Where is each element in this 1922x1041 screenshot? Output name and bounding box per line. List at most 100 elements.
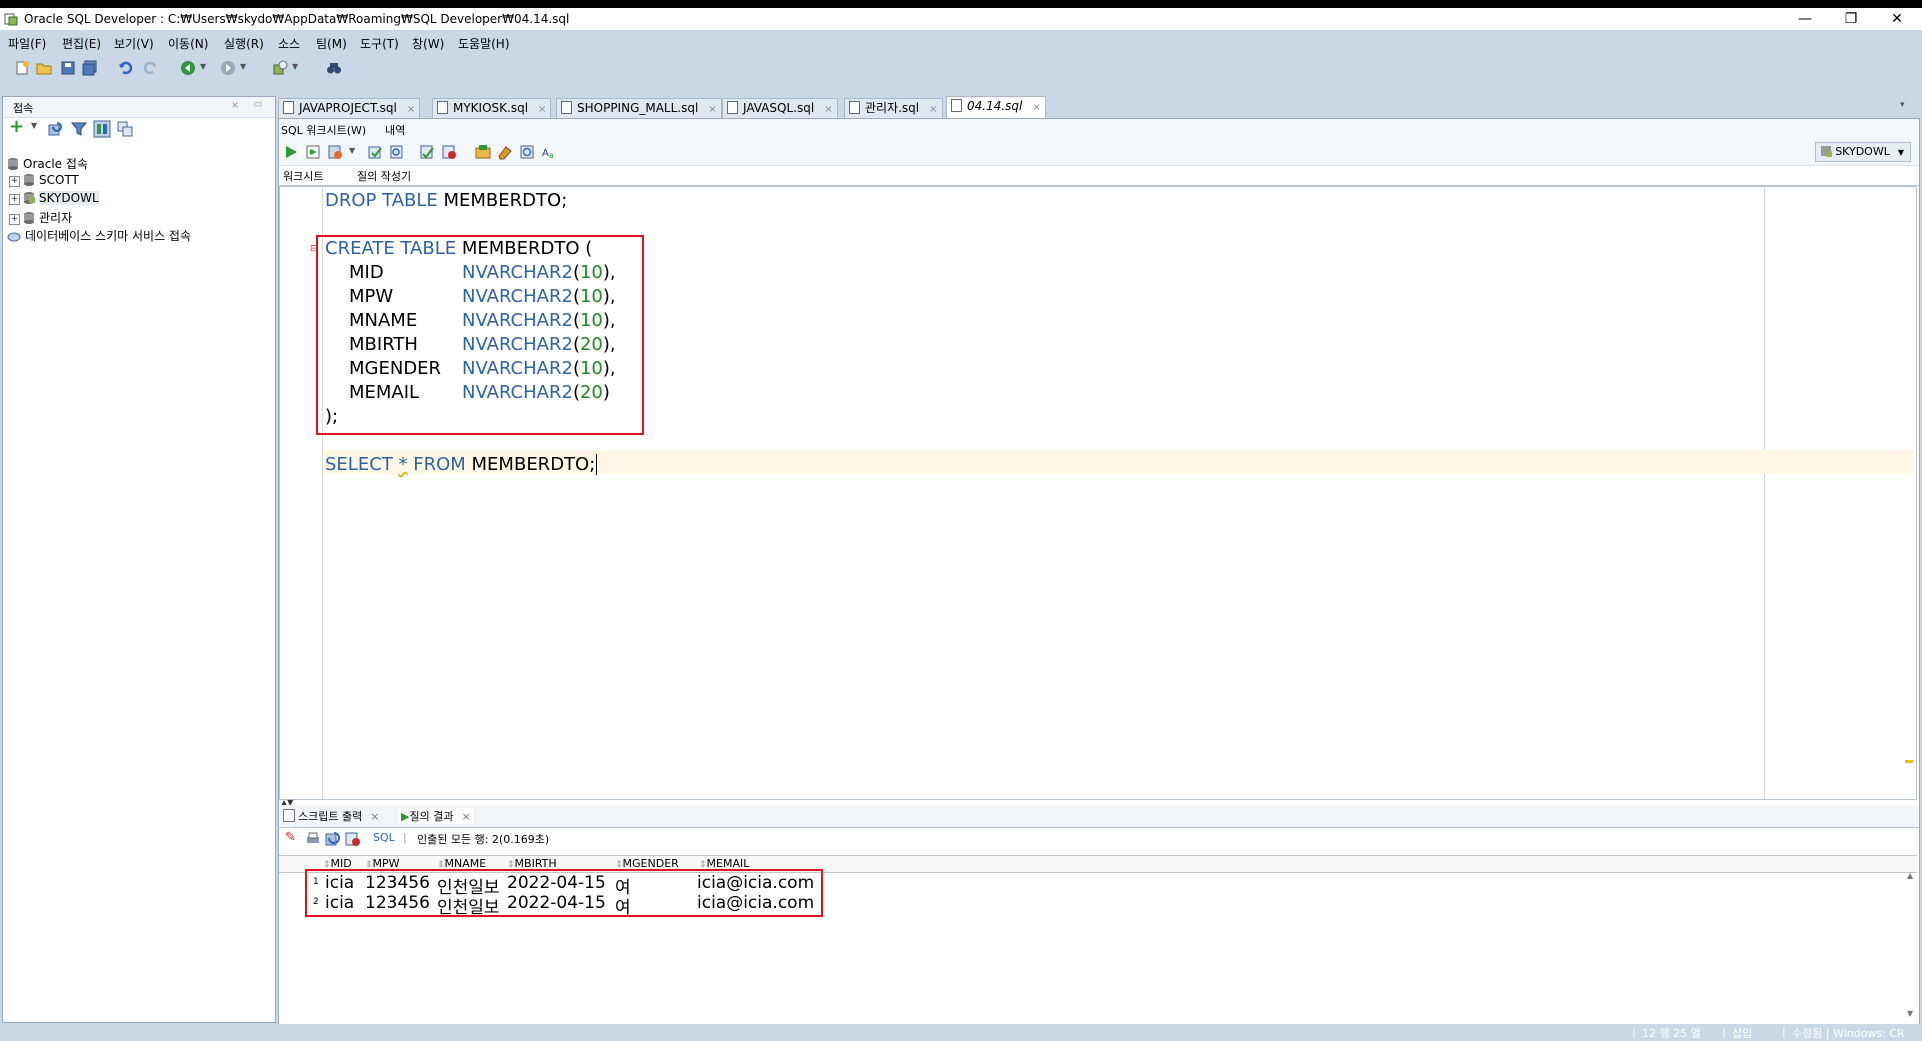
- minimize-button[interactable]: —: [1782, 8, 1828, 30]
- tab-history[interactable]: 내역: [385, 122, 405, 138]
- sql-file-icon: [437, 101, 448, 114]
- tree-admin[interactable]: + 관리자: [9, 209, 72, 227]
- forward-dropdown-icon[interactable]: ▼: [240, 62, 246, 71]
- refresh-icon[interactable]: [325, 831, 341, 847]
- connections-panel: 접속 × ▭ + ▼ Oracle 접속 + SCOTT + SKYDOWL + 관리…: [2, 96, 276, 1023]
- tab-close-icon[interactable]: ×: [407, 104, 415, 115]
- back-icon[interactable]: [180, 60, 196, 76]
- tab-mykiosk[interactable]: MYKIOSK.sql ×: [432, 98, 552, 118]
- add-dropdown-icon[interactable]: ▼: [31, 121, 37, 130]
- redo-icon[interactable]: [142, 60, 158, 76]
- tab-close-icon[interactable]: ×: [708, 104, 716, 115]
- worksheet-dropdown-icon[interactable]: ▼: [292, 62, 298, 71]
- refresh-connections-icon[interactable]: [47, 121, 63, 137]
- new-file-icon[interactable]: [14, 60, 30, 76]
- tab-admin-sql[interactable]: 관리자.sql ×: [844, 98, 943, 118]
- expand-icon[interactable]: +: [9, 176, 20, 187]
- binoculars-icon[interactable]: [326, 60, 342, 76]
- database-icon: [8, 158, 18, 170]
- subtab-query-builder[interactable]: 질의 작성기: [357, 168, 411, 184]
- create-table-highlight-box: [316, 235, 644, 435]
- tree-label-schema-service: 데이터베이스 스키마 서비스 접속: [25, 229, 192, 243]
- tab-close-icon[interactable]: ×: [824, 104, 832, 115]
- menu-window[interactable]: 창(W): [412, 35, 444, 52]
- tab-close-icon[interactable]: ×: [538, 104, 546, 115]
- menu-view[interactable]: 보기(V): [114, 35, 154, 52]
- close-button[interactable]: ✕: [1874, 8, 1920, 30]
- title-bar: Oracle SQL Developer : C:₩Users₩skydo₩Ap…: [0, 8, 1922, 30]
- connection-selector[interactable]: SKYDOWL ▼: [1815, 142, 1911, 162]
- sql-file-icon: [727, 101, 738, 114]
- tree-label-skydowl: SKYDOWL: [39, 191, 99, 205]
- sql-worksheet-icon[interactable]: [272, 60, 288, 76]
- tab-javaproject[interactable]: JAVAPROJECT.sql ×: [278, 98, 421, 118]
- tab-close-icon[interactable]: ×: [929, 104, 937, 115]
- commit-icon[interactable]: [367, 144, 383, 160]
- menu-file[interactable]: 파일(F): [8, 35, 46, 52]
- panel-minimize-icon[interactable]: ▭: [253, 99, 262, 110]
- tab-script-output[interactable]: 스크립트 출력 ×: [283, 808, 379, 824]
- tab-query-result[interactable]: ▶질의 결과 ×: [399, 808, 473, 824]
- clear-eraser-icon[interactable]: [497, 144, 513, 160]
- keyword: SELECT: [325, 454, 393, 475]
- subtab-worksheet[interactable]: 워크시트: [283, 168, 323, 184]
- scroll-up-icon[interactable]: ▲: [1907, 871, 1913, 880]
- tree-oracle-connections[interactable]: Oracle 접속: [7, 155, 88, 173]
- tree-skydowl[interactable]: + SKYDOWL: [9, 191, 99, 209]
- tree-scott[interactable]: + SCOTT: [9, 173, 79, 191]
- rollback-icon[interactable]: [389, 144, 405, 160]
- sql-file-icon: [561, 101, 572, 114]
- open-folder-icon[interactable]: [36, 60, 52, 76]
- toolbar-separator: |: [403, 831, 407, 844]
- sql-editor[interactable]: ⊟ DROP TABLE MEMBERDTO; CREATE TABLE MEM…: [279, 186, 1917, 800]
- tab-sql-worksheet[interactable]: SQL 워크시트(W): [281, 122, 366, 138]
- print-icon[interactable]: [305, 831, 321, 847]
- sql-history-icon[interactable]: [519, 144, 535, 160]
- tab-close-icon[interactable]: ×: [370, 810, 379, 823]
- cancel-query-icon[interactable]: [345, 831, 361, 847]
- explain-plan-icon[interactable]: [419, 144, 435, 160]
- restore-button[interactable]: ❐: [1828, 8, 1874, 30]
- menu-team[interactable]: 팀(M): [316, 35, 347, 52]
- menu-run[interactable]: 실행(R): [224, 35, 264, 52]
- forward-icon[interactable]: [220, 60, 236, 76]
- panel-close-icon[interactable]: ×: [231, 100, 239, 111]
- run-dropdown-icon[interactable]: ▼: [349, 146, 355, 155]
- tab-close-icon[interactable]: ×: [1032, 102, 1040, 113]
- menu-help[interactable]: 도움말(H): [458, 35, 510, 52]
- menu-navigate[interactable]: 이동(N): [168, 35, 208, 52]
- autotrace-icon[interactable]: [327, 144, 343, 160]
- save-icon[interactable]: [60, 60, 76, 76]
- expand-icon[interactable]: +: [9, 194, 20, 205]
- monitor-sessions-icon[interactable]: [475, 144, 491, 160]
- expand-icon[interactable]: +: [9, 214, 20, 225]
- sql-tuning-icon[interactable]: [441, 144, 457, 160]
- collapse-all-icon[interactable]: [117, 121, 133, 137]
- menu-tools[interactable]: 도구(T): [360, 35, 399, 52]
- tab-close-icon[interactable]: ×: [461, 810, 470, 823]
- results-panel: 스크립트 출력 × ▶질의 결과 × ✎ SQL | 인출된 모든 행: 2(0.1…: [279, 805, 1919, 1025]
- menu-edit[interactable]: 편집(E): [62, 35, 101, 52]
- svg-text:a: a: [549, 151, 554, 160]
- add-connection-icon[interactable]: +: [9, 118, 24, 136]
- pin-icon[interactable]: ✎: [285, 830, 296, 845]
- status-separator: |: [1782, 1025, 1786, 1038]
- keyword: DROP TABLE: [325, 190, 438, 211]
- run-script-icon[interactable]: [305, 144, 321, 160]
- sql-link[interactable]: SQL: [373, 831, 395, 844]
- tab-list-icon[interactable]: ▾: [1900, 100, 1905, 110]
- tab-0414-sql[interactable]: 04.14.sql ×: [946, 96, 1046, 118]
- connected-database-icon: [1821, 146, 1833, 157]
- schema-browser-icon[interactable]: [93, 120, 111, 138]
- format-text-icon[interactable]: Aa: [541, 144, 557, 160]
- run-statement-icon[interactable]: [283, 144, 299, 160]
- tab-javasql[interactable]: JAVASQL.sql ×: [722, 98, 838, 118]
- filter-icon[interactable]: [71, 121, 87, 137]
- back-dropdown-icon[interactable]: ▼: [200, 62, 206, 71]
- menu-source[interactable]: 소스: [278, 35, 300, 52]
- scroll-down-icon[interactable]: ▼: [1907, 1009, 1913, 1018]
- tree-schema-service[interactable]: 데이터베이스 스키마 서비스 접속: [7, 227, 191, 245]
- undo-icon[interactable]: [118, 60, 134, 76]
- tab-shopping-mall[interactable]: SHOPPING_MALL.sql ×: [556, 98, 722, 118]
- save-all-icon[interactable]: [82, 60, 98, 76]
